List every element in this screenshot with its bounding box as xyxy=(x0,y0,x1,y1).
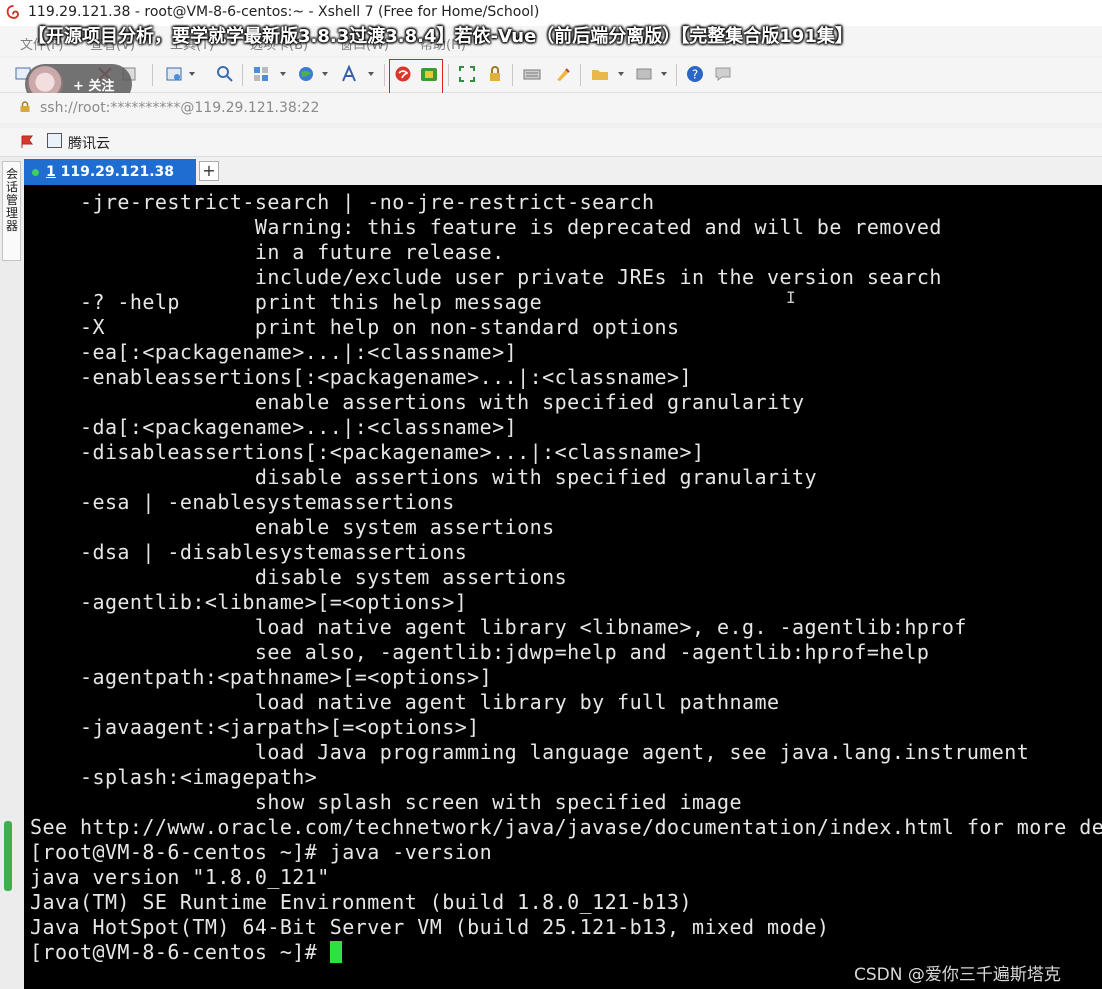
terminal-line: -splash:<imagepath> xyxy=(79,765,318,789)
connected-status-dot xyxy=(32,169,39,176)
session-manager-tab[interactable]: 会话管理器 xyxy=(2,161,21,261)
terminal-line: disable system assertions xyxy=(254,565,568,589)
terminal-output: -jre-restrict-search | -no-jre-restrict-… xyxy=(30,190,1102,965)
toolbar-separator xyxy=(676,64,677,86)
properties-icon[interactable] xyxy=(165,65,183,83)
terminal-line: load Java programming language agent, se… xyxy=(254,740,1030,764)
mouse-ibeam-cursor: I xyxy=(786,288,796,307)
scrollbar-thumb[interactable] xyxy=(4,821,12,891)
tab-bar: 1 119.29.121.38 + xyxy=(24,157,1102,185)
video-overlay-title: 【开源项目分析，要学就学最新版3.8.3过渡3.8.4】若依-Vue（前后端分离… xyxy=(28,26,853,47)
follow-label: + 关注 xyxy=(73,79,115,94)
folder-dropdown-icon[interactable] xyxy=(618,72,624,76)
session-link-icon xyxy=(47,133,62,148)
properties-dropdown-icon[interactable] xyxy=(189,72,195,76)
terminal-line: enable assertions with specified granula… xyxy=(254,390,805,414)
font-icon[interactable] xyxy=(340,65,358,83)
terminal-line: -ea[:<packagename>...|:<classname>] xyxy=(79,340,518,364)
highlight-icon[interactable] xyxy=(554,65,572,83)
terminal-line: enable system assertions xyxy=(254,515,555,539)
terminal-line: -jre-restrict-search | -no-jre-restrict-… xyxy=(79,190,655,214)
toolbar: ? xyxy=(0,58,1102,93)
terminal-line: Java HotSpot(TM) 64-Bit Server VM (build… xyxy=(30,915,830,939)
terminal-area[interactable]: -jre-restrict-search | -no-jre-restrict-… xyxy=(24,185,1102,989)
options-icon[interactable] xyxy=(635,65,653,83)
toolbar-separator xyxy=(152,64,153,86)
terminal-line: show splash screen with specified image xyxy=(254,790,742,814)
terminal-line: See http://www.oracle.com/technetwork/ja… xyxy=(30,815,1102,839)
toolbar-separator xyxy=(580,64,581,86)
terminal-line: disable assertions with specified granul… xyxy=(254,465,817,489)
session-manager-label: 会话管理器 xyxy=(6,167,19,233)
tab-session-1[interactable]: 1 119.29.121.38 xyxy=(24,159,196,185)
terminal-line: load native agent library by full pathna… xyxy=(254,690,780,714)
terminal-line: -javaagent:<jarpath>[=<options>] xyxy=(79,715,480,739)
keyboard-icon[interactable] xyxy=(523,65,541,83)
link-tencent-cloud[interactable]: 腾讯云 xyxy=(68,133,110,153)
terminal-line: load native agent library <libname>, e.g… xyxy=(254,615,967,639)
lock-icon xyxy=(20,101,30,112)
find-icon[interactable] xyxy=(216,65,234,83)
help-icon[interactable]: ? xyxy=(686,65,704,83)
terminal-line: java version "1.8.0_121" xyxy=(30,865,330,889)
session-manager-panel: 会话管理器 xyxy=(0,157,25,989)
options-dropdown-icon[interactable] xyxy=(661,72,667,76)
terminal-line: [root@VM-8-6-centos ~]# java -version xyxy=(30,840,493,864)
toolbar-separator xyxy=(448,64,449,86)
terminal-line: see also, -agentlib:jdwp=help and -agent… xyxy=(254,640,930,664)
terminal-lines: -jre-restrict-search | -no-jre-restrict-… xyxy=(30,190,1102,939)
terminal-line: -agentpath:<pathname>[=<options>] xyxy=(79,665,493,689)
svg-text:?: ? xyxy=(692,68,698,82)
terminal-line: -enableassertions[:<packagename>...|:<cl… xyxy=(79,365,693,389)
chat-icon[interactable] xyxy=(714,65,732,83)
terminal-line: Java(TM) SE Runtime Environment (build 1… xyxy=(30,890,693,914)
terminal-prompt: [root@VM-8-6-centos ~]# xyxy=(30,940,330,964)
links-bar: 腾讯云 xyxy=(0,128,1102,157)
bookmark-flag-icon[interactable] xyxy=(20,135,34,149)
csdn-watermark: CSDN @爱你三千遍斯塔克 xyxy=(854,965,1061,985)
layout-dropdown-icon[interactable] xyxy=(280,72,286,76)
fullscreen-icon[interactable] xyxy=(458,65,476,83)
tab-number: 1 xyxy=(46,164,56,180)
terminal-line: -? -help print this help message xyxy=(79,290,543,314)
terminal-line: -X print help on non-standard options xyxy=(79,315,680,339)
terminal-line: Warning: this feature is deprecated and … xyxy=(254,215,942,239)
layout-icon[interactable] xyxy=(252,65,270,83)
terminal-line: in a future release. xyxy=(254,240,505,264)
terminal-line: -esa | -enablesystemassertions xyxy=(79,490,455,514)
address-value[interactable]: ssh://root:**********@119.29.121.38:22 xyxy=(40,100,319,116)
tab-host: 119.29.121.38 xyxy=(60,164,174,180)
xshell-logo-icon xyxy=(6,5,19,19)
add-tab-button[interactable]: + xyxy=(199,161,219,181)
lock-icon[interactable] xyxy=(486,65,504,83)
toolbar-separator xyxy=(512,64,513,86)
globe-icon[interactable] xyxy=(297,65,315,83)
terminal-line: -dsa | -disablesystemassertions xyxy=(79,540,468,564)
toolbar-separator xyxy=(384,64,385,86)
toolbar-separator xyxy=(242,64,243,86)
font-dropdown-icon[interactable] xyxy=(368,72,374,76)
terminal-line: -da[:<packagename>...|:<classname>] xyxy=(79,415,518,439)
globe-dropdown-icon[interactable] xyxy=(322,72,328,76)
tab-label: 1 119.29.121.38 xyxy=(46,164,174,180)
terminal-line: include/exclude user private JREs in the… xyxy=(254,265,942,289)
terminal-line: -disableassertions[:<packagename>...|:<c… xyxy=(79,440,705,464)
folder-add-icon[interactable] xyxy=(591,65,609,83)
terminal-cursor xyxy=(329,941,342,963)
terminal-line: -agentlib:<libname>[=<options>] xyxy=(79,590,468,614)
window-title: 119.29.121.38 - root@VM-8-6-centos:~ - X… xyxy=(28,4,540,20)
address-bar[interactable]: ssh://root:**********@119.29.121.38:22 xyxy=(0,93,1102,123)
